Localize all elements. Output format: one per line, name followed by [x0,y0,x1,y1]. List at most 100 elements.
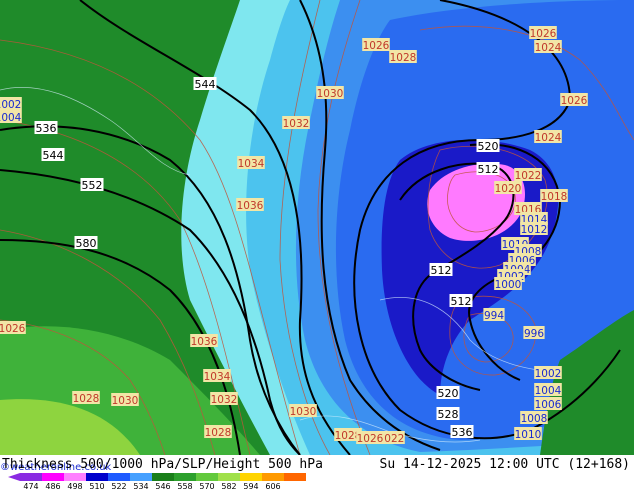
height-label: 544 [193,77,217,91]
slp-label-text: 1034 [238,158,265,170]
colorbar-swatch [284,473,306,481]
slp-label: 1006 [534,397,562,411]
slp-label-text: 994 [484,310,504,322]
slp-label: 1030 [289,404,317,418]
colorbar-swatch [262,473,284,481]
slp-label: 1026 [0,321,26,335]
slp-label-text: 1024 [535,132,562,144]
slp-label-text: 1026 [561,95,588,107]
slp-label: 1028 [72,391,100,405]
slp-label-text: 1020 [495,183,522,195]
slp-label: 1024 [534,40,562,54]
slp-label-text: 1012 [521,224,548,236]
slp-label: 1032 [282,116,310,130]
slp-label-text: 1030 [317,88,344,100]
colorbar-swatch [64,473,86,481]
slp-label: 1004 [534,383,562,397]
colorbar-swatch [218,473,240,481]
slp-label: 1026 [529,26,557,40]
height-label-text: 544 [195,78,216,91]
slp-label: 1036 [236,198,264,212]
height-label: 552 [80,178,104,192]
slp-label-text: 1034 [204,371,231,383]
slp-label-text: 1030 [112,395,139,407]
slp-label-text: 1004 [535,385,562,397]
colorbar-swatch [196,473,218,481]
colorbar [8,473,306,481]
height-label: 512 [429,263,453,277]
slp-label: 1028 [389,50,417,64]
slp-label-text: 1032 [211,394,238,406]
colorbar-swatch [240,473,262,481]
height-label-text: 520 [438,387,459,400]
slp-label-text: 1036 [191,336,218,348]
slp-label: 1030 [111,393,139,407]
height-label: 536 [34,121,58,135]
slp-label: 1026 [362,38,390,52]
slp-label: 1034 [237,156,265,170]
height-label: 520 [476,139,500,153]
slp-label-text: 1028 [390,52,417,64]
height-label-text: 536 [36,122,57,135]
slp-label-text: 1026 [357,433,384,445]
height-label-text: 528 [438,408,459,421]
height-label: 528 [436,407,460,421]
colorbar-ticks: 474 486 498 510 522 534 546 558 570 582 594 606 [0,482,330,492]
slp-label: 1026 [356,431,384,445]
valid-time: Su 14-12-2025 12:00 UTC (12+168) [379,457,630,472]
slp-label-text: 1010 [515,429,542,441]
slp-label-text: 1024 [535,42,562,54]
slp-label-text: 1018 [541,191,568,203]
colorbar-swatch [108,473,130,481]
slp-label-text: 1002 [535,368,562,380]
slp-label-text: 996 [524,328,544,340]
height-label-text: 552 [82,179,103,192]
slp-label: 1010 [514,427,542,441]
colorbar-swatch [86,473,108,481]
slp-label-text: 1028 [73,393,100,405]
slp-label-text: 1036 [237,200,264,212]
slp-label-text: 1008 [521,413,548,425]
colorbar-swatch [20,473,42,481]
colorbar-swatch [152,473,174,481]
slp-label: 1034 [203,369,231,383]
chart-title: Thickness 500/1000 hPa/SLP/Height 500 hP… [2,457,323,472]
slp-label: 1036 [190,334,218,348]
thickness-slp-chart: 1026102810301032103410361026102410261024… [0,0,634,455]
height-label-text: 536 [452,426,473,439]
height-label: 536 [450,425,474,439]
colorbar-swatch [174,473,196,481]
slp-label: 1032 [210,392,238,406]
slp-label-text: 1032 [283,118,310,130]
height-label-text: 520 [478,140,499,153]
height-label-text: 512 [431,264,452,277]
slp-label: 1000 [494,277,522,291]
height-label: 544 [41,148,65,162]
height-label-text: 544 [43,149,64,162]
slp-label: 1004 [0,110,22,124]
slp-label: 994 [483,308,505,322]
height-label: 512 [476,162,500,176]
slp-label-text: 1030 [290,406,317,418]
slp-label: 1030 [316,86,344,100]
height-label: 520 [436,386,460,400]
slp-label-text: 1026 [0,323,26,335]
slp-label: 996 [523,326,545,340]
slp-label-text: 1000 [495,279,522,291]
height-label-text: 580 [76,237,97,250]
colorbar-swatch [42,473,64,481]
colorbar-swatch [130,473,152,481]
height-label-text: 512 [451,295,472,308]
slp-label-text: 1026 [530,28,557,40]
colorbar-left-arrow [8,473,20,481]
slp-label: 1008 [520,411,548,425]
slp-label: 1024 [534,130,562,144]
slp-label-text: 1028 [205,427,232,439]
slp-label: 1002 [534,366,562,380]
slp-label: 1028 [204,425,232,439]
slp-label-text: 1002 [0,99,21,111]
slp-label-text: 1026 [363,40,390,52]
chart-footer: Thickness 500/1000 hPa/SLP/Height 500 hP… [0,455,634,492]
slp-label: 1012 [520,222,548,236]
slp-label: 1020 [494,181,522,195]
